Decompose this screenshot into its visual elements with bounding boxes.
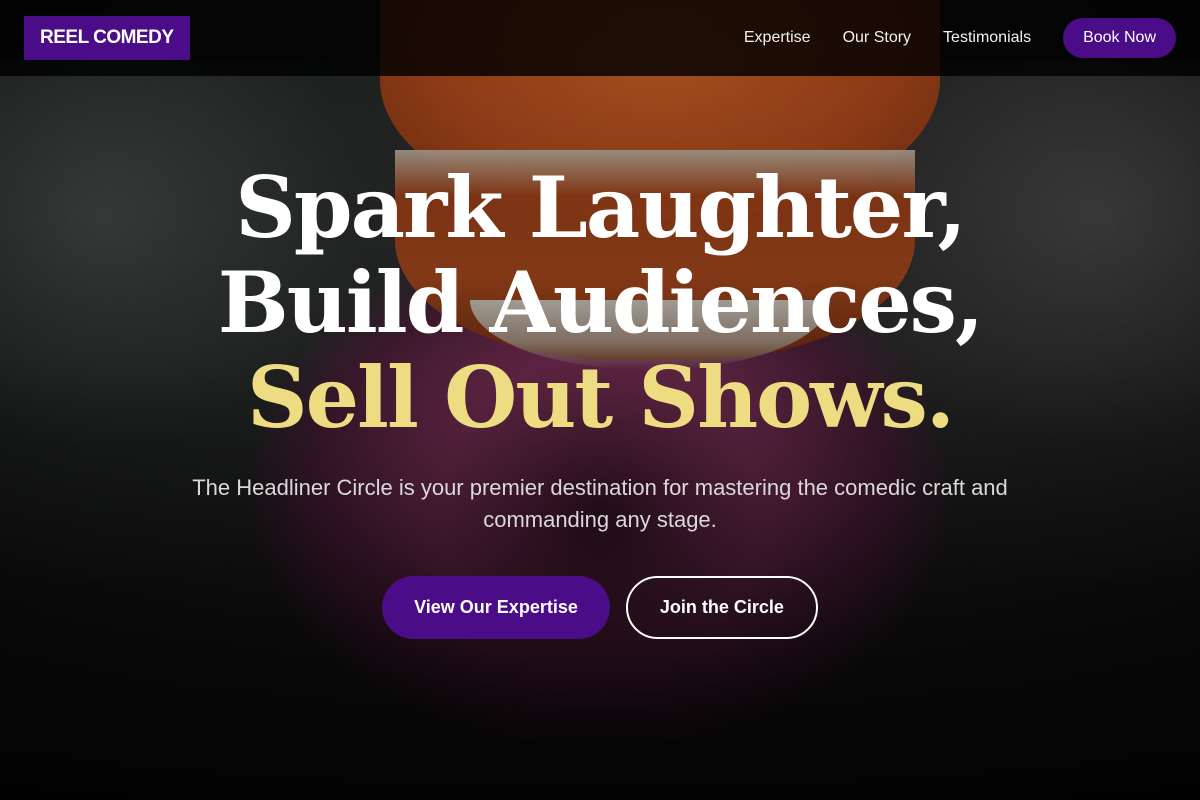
hero-subtitle: The Headliner Circle is your premier des… xyxy=(192,475,1008,532)
headline-line-2: Build Audiences, xyxy=(217,253,984,352)
nav-link-our-story[interactable]: Our Story xyxy=(843,29,911,47)
headline-line-1: Spark Laughter, xyxy=(235,158,967,257)
site-header: REEL COMEDY Expertise Our Story Testimon… xyxy=(0,0,1200,76)
join-circle-button[interactable]: Join the Circle xyxy=(625,576,818,639)
brand-logo[interactable]: REEL COMEDY xyxy=(24,16,190,60)
hero-section: Spark Laughter, Build Audiences, Sell Ou… xyxy=(0,0,1200,800)
book-now-button[interactable]: Book Now xyxy=(1063,18,1176,58)
view-expertise-button[interactable]: View Our Expertise xyxy=(382,576,610,639)
hero-cta-group: View Our Expertise Join the Circle xyxy=(0,576,1200,639)
headline-line-3-accent: Sell Out Shows. xyxy=(246,348,955,447)
nav-link-testimonials[interactable]: Testimonials xyxy=(943,29,1031,47)
nav-link-expertise[interactable]: Expertise xyxy=(744,29,811,47)
hero-headline: Spark Laughter, Build Audiences, Sell Ou… xyxy=(0,160,1200,445)
main-nav: Expertise Our Story Testimonials Book No… xyxy=(744,18,1176,58)
